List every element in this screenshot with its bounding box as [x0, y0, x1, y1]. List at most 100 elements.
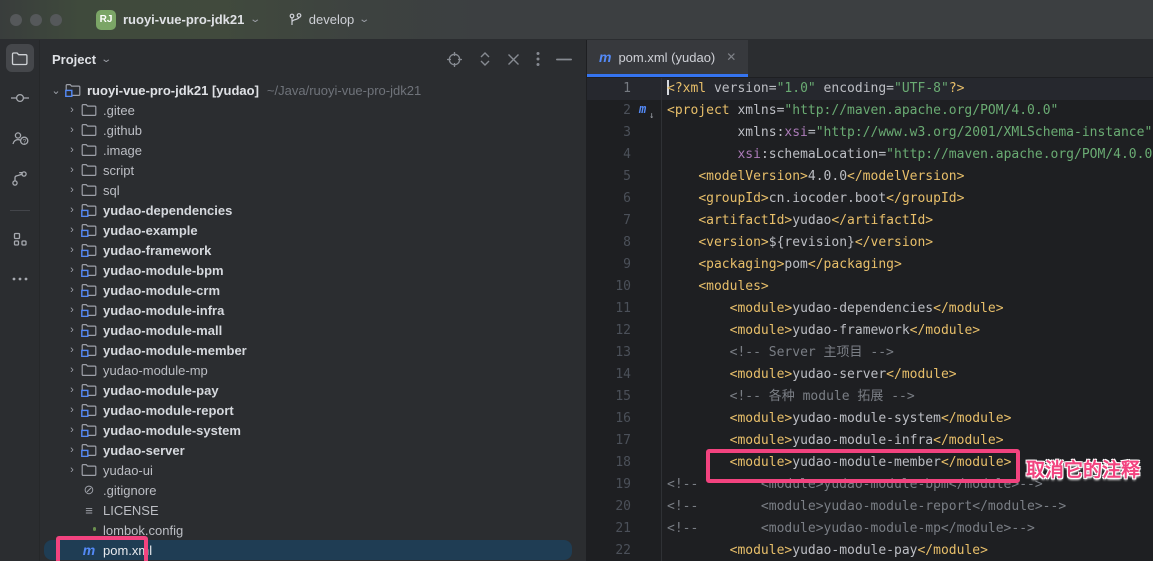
line-number[interactable]: 3: [587, 122, 631, 144]
code-line-14[interactable]: 14 <module>yudao-server</module>: [587, 364, 1153, 386]
close-tab-icon[interactable]: ✕: [726, 50, 736, 64]
code-editor[interactable]: 1 <?xml version="1.0" encoding="UTF-8"?>…: [587, 78, 1153, 561]
line-number[interactable]: 10: [587, 276, 631, 298]
line-number[interactable]: 19: [587, 474, 631, 496]
chevron-collapsed-icon[interactable]: ›: [64, 224, 80, 236]
chevron-collapsed-icon[interactable]: ›: [64, 384, 80, 396]
code-line-12[interactable]: 12 <module>yudao-framework</module>: [587, 320, 1153, 342]
line-number[interactable]: 6: [587, 188, 631, 210]
line-number[interactable]: 18: [587, 452, 631, 474]
chevron-collapsed-icon[interactable]: ›: [64, 364, 80, 376]
code-line-4[interactable]: 4 xsi:schemaLocation="http://maven.apach…: [587, 144, 1153, 166]
chevron-collapsed-icon[interactable]: ›: [64, 404, 80, 416]
code-line-11[interactable]: 11 <module>yudao-dependencies</module>: [587, 298, 1153, 320]
tree-item-yudao-module-pay[interactable]: › yudao-module-pay: [40, 380, 586, 400]
project-tool-button[interactable]: [6, 44, 34, 72]
chevron-collapsed-icon[interactable]: ›: [64, 124, 80, 136]
code-line-1[interactable]: 1 <?xml version="1.0" encoding="UTF-8"?>: [587, 78, 1153, 100]
line-number[interactable]: 21: [587, 518, 631, 540]
tree-item-yudao-example[interactable]: › yudao-example: [40, 220, 586, 240]
code-line-13[interactable]: 13 <!-- Server 主项目 -->: [587, 342, 1153, 364]
code-line-20[interactable]: 20 <!-- <module>yudao-module-report</mod…: [587, 496, 1153, 518]
pull-requests-tool-button[interactable]: ?: [6, 124, 34, 152]
collapse-all-button[interactable]: [507, 53, 520, 66]
chevron-expanded-icon[interactable]: ⌄: [48, 84, 64, 97]
line-number[interactable]: 13: [587, 342, 631, 364]
line-number[interactable]: 14: [587, 364, 631, 386]
tree-item-yudao-framework[interactable]: › yudao-framework: [40, 240, 586, 260]
project-widget[interactable]: RJ ruoyi-vue-pro-jdk21 ⌄: [96, 10, 260, 30]
code-line-15[interactable]: 15 <!-- 各种 module 拓展 -->: [587, 386, 1153, 408]
tree-item-.image[interactable]: › .image: [40, 140, 586, 160]
tab-pom-xml[interactable]: m pom.xml (yudao) ✕: [587, 40, 748, 77]
code-line-3[interactable]: 3 xmlns:xsi="http://www.w3.org/2001/XMLS…: [587, 122, 1153, 144]
tree-item-yudao-module-report[interactable]: › yudao-module-report: [40, 400, 586, 420]
chevron-collapsed-icon[interactable]: ›: [64, 104, 80, 116]
code-line-6[interactable]: 6 <groupId>cn.iocoder.boot</groupId>: [587, 188, 1153, 210]
tree-item-root[interactable]: ⌄ ruoyi-vue-pro-jdk21 [yudao] ~/Java/ruo…: [40, 80, 586, 100]
tree-item-script[interactable]: › script: [40, 160, 586, 180]
chevron-collapsed-icon[interactable]: ›: [64, 304, 80, 316]
chevron-collapsed-icon[interactable]: ›: [64, 284, 80, 296]
line-number[interactable]: 1: [587, 78, 631, 100]
minimize-window-button[interactable]: [30, 14, 42, 26]
tree-item-yudao-module-mall[interactable]: › yudao-module-mall: [40, 320, 586, 340]
line-number[interactable]: 16: [587, 408, 631, 430]
chevron-collapsed-icon[interactable]: ›: [64, 244, 80, 256]
code-line-7[interactable]: 7 <artifactId>yudao</artifactId>: [587, 210, 1153, 232]
tree-item-sql[interactable]: › sql: [40, 180, 586, 200]
expand-collapse-button[interactable]: [479, 51, 491, 67]
tree-item-yudao-dependencies[interactable]: › yudao-dependencies: [40, 200, 586, 220]
tree-item-yudao-module-member[interactable]: › yudao-module-member: [40, 340, 586, 360]
chevron-collapsed-icon[interactable]: ›: [64, 164, 80, 176]
commit-tool-button[interactable]: [6, 84, 34, 112]
tree-item-yudao-module-bpm[interactable]: › yudao-module-bpm: [40, 260, 586, 280]
tree-item-yudao-module-system[interactable]: › yudao-module-system: [40, 420, 586, 440]
line-number[interactable]: 2: [587, 100, 631, 122]
code-line-17[interactable]: 17 <module>yudao-module-infra</module>: [587, 430, 1153, 452]
tree-item-LICENSE[interactable]: ≡ LICENSE: [40, 500, 586, 520]
line-number[interactable]: 5: [587, 166, 631, 188]
options-menu-button[interactable]: [536, 51, 540, 67]
line-number[interactable]: 15: [587, 386, 631, 408]
line-number[interactable]: 17: [587, 430, 631, 452]
locate-file-button[interactable]: [446, 51, 463, 68]
tree-item-.github[interactable]: › .github: [40, 120, 586, 140]
tree-item-.gitee[interactable]: › .gitee: [40, 100, 586, 120]
line-number[interactable]: 7: [587, 210, 631, 232]
chevron-collapsed-icon[interactable]: ›: [64, 424, 80, 436]
chevron-collapsed-icon[interactable]: ›: [64, 204, 80, 216]
tree-item-lombok.config[interactable]: lombok.config: [40, 520, 586, 540]
chevron-collapsed-icon[interactable]: ›: [64, 264, 80, 276]
maximize-window-button[interactable]: [50, 14, 62, 26]
structure-tool-button[interactable]: [6, 225, 34, 253]
chevron-collapsed-icon[interactable]: ›: [64, 344, 80, 356]
panel-title[interactable]: Project: [52, 52, 96, 67]
tree-item-yudao-module-crm[interactable]: › yudao-module-crm: [40, 280, 586, 300]
line-number[interactable]: 22: [587, 540, 631, 561]
code-line-5[interactable]: 5 <modelVersion>4.0.0</modelVersion>: [587, 166, 1153, 188]
tree-item-yudao-module-infra[interactable]: › yudao-module-infra: [40, 300, 586, 320]
git-tool-button[interactable]: [6, 164, 34, 192]
chevron-collapsed-icon[interactable]: ›: [64, 444, 80, 456]
tree-item-yudao-module-mp[interactable]: › yudao-module-mp: [40, 360, 586, 380]
line-number[interactable]: 11: [587, 298, 631, 320]
chevron-collapsed-icon[interactable]: ›: [64, 144, 80, 156]
chevron-collapsed-icon[interactable]: ›: [64, 184, 80, 196]
chevron-collapsed-icon[interactable]: ›: [64, 324, 80, 336]
line-number[interactable]: 9: [587, 254, 631, 276]
code-line-21[interactable]: 21 <!-- <module>yudao-module-mp</module>…: [587, 518, 1153, 540]
line-number[interactable]: 4: [587, 144, 631, 166]
code-line-16[interactable]: 16 <module>yudao-module-system</module>: [587, 408, 1153, 430]
code-line-22[interactable]: 22 <module>yudao-module-pay</module>: [587, 540, 1153, 561]
tree-item-pom.xml[interactable]: m pom.xml: [44, 540, 572, 560]
line-number[interactable]: 12: [587, 320, 631, 342]
code-line-8[interactable]: 8 <version>${revision}</version>: [587, 232, 1153, 254]
branch-widget[interactable]: develop ⌄: [288, 12, 369, 28]
code-line-10[interactable]: 10 <modules>: [587, 276, 1153, 298]
tree-item-.gitignore[interactable]: ⊘ .gitignore: [40, 480, 586, 500]
maven-reload-icon[interactable]: m: [639, 100, 646, 118]
line-number[interactable]: 20: [587, 496, 631, 518]
code-line-2[interactable]: 2 m↓ <project xmlns="http://maven.apache…: [587, 100, 1153, 122]
tree-item-yudao-ui[interactable]: › yudao-ui: [40, 460, 586, 480]
